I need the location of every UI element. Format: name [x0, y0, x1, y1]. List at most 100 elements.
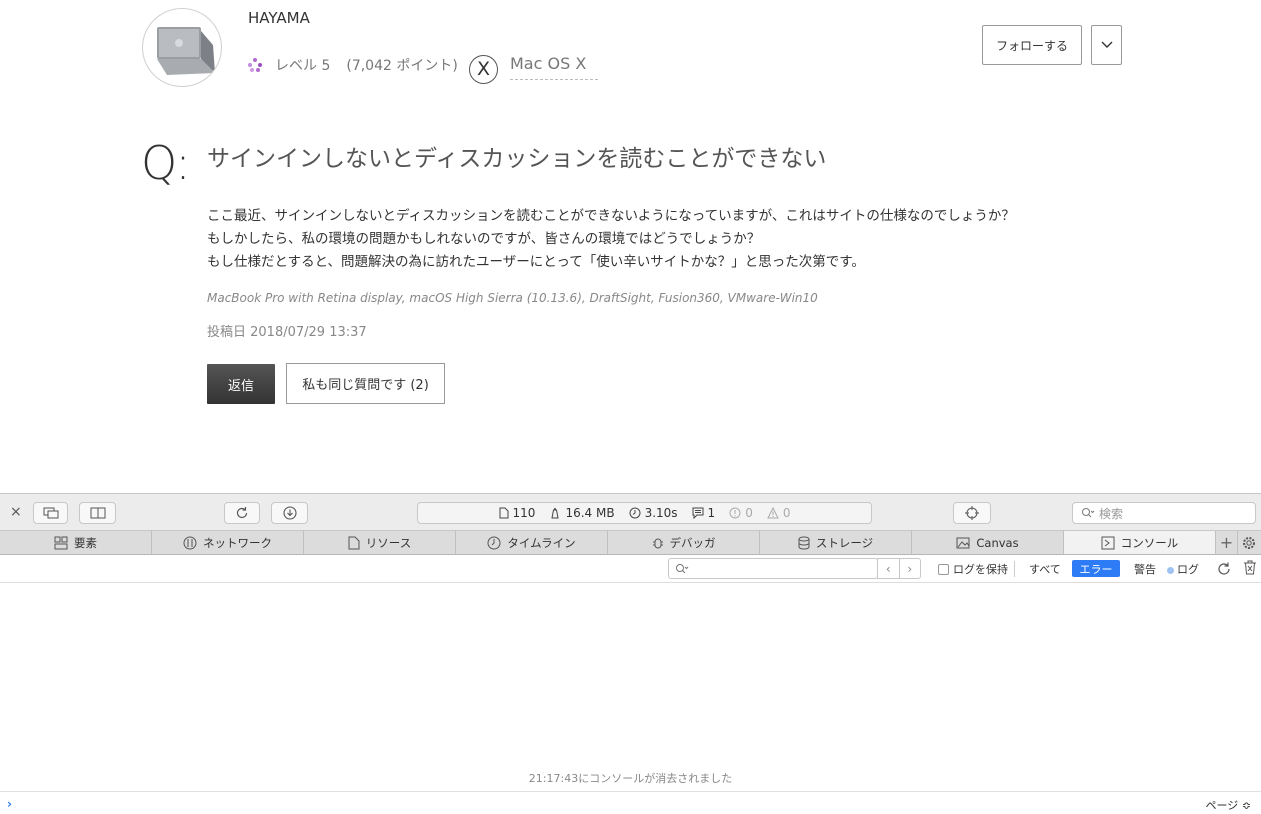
web-inspector: × 110 16.4 MB 3.10s 1 0 0 検索 要素 ネットワーク リ… — [0, 493, 1261, 814]
resources-icon — [348, 536, 360, 549]
size-stat[interactable]: 16.4 MB — [549, 506, 615, 520]
inspect-element-button[interactable] — [953, 502, 991, 524]
errors-stat[interactable]: 0 — [729, 506, 753, 520]
resources-stat[interactable]: 110 — [499, 506, 536, 520]
execution-context-select[interactable]: ページ ≎ — [1206, 797, 1252, 813]
resources-count: 110 — [512, 506, 536, 520]
tab-label: Canvas — [976, 535, 1019, 550]
username[interactable]: HAYAMA — [248, 9, 310, 27]
search-icon — [1082, 508, 1095, 518]
warnings-count: 0 — [782, 506, 791, 520]
log-icon — [692, 507, 704, 519]
filter-navigation: ‹ › — [877, 558, 921, 579]
tab-console[interactable]: コンソール — [1064, 531, 1216, 554]
tab-label: デバッガ — [669, 535, 716, 550]
filter-logs[interactable]: ログ — [1167, 561, 1199, 577]
os-x-icon: X — [469, 55, 498, 84]
tab-label: ネットワーク — [203, 535, 272, 550]
error-icon — [729, 507, 741, 519]
preserve-log-checkbox[interactable]: ログを保持 — [938, 561, 1008, 577]
next-result-button[interactable]: › — [900, 559, 921, 578]
detach-icon — [43, 507, 58, 519]
canvas-icon — [956, 537, 970, 548]
errors-count: 0 — [745, 506, 753, 520]
timeline-icon — [487, 536, 501, 549]
filter-logs-label: ログ — [1177, 563, 1199, 576]
reply-button[interactable]: 返信 — [207, 364, 275, 404]
crosshair-icon — [965, 506, 979, 520]
os-name: Mac OS X — [510, 54, 598, 80]
console-prompt[interactable]: › ページ ≎ — [0, 791, 1261, 814]
filter-all[interactable]: すべて — [1029, 561, 1061, 577]
inspector-tabs: 要素 ネットワーク リソース タイムライン デバッガ ストレージ Canvas … — [0, 531, 1261, 555]
tab-debugger[interactable]: デバッガ — [608, 531, 760, 554]
add-tab-button[interactable]: + — [1216, 531, 1238, 554]
debugger-icon — [652, 538, 663, 548]
settings-button[interactable] — [1238, 531, 1260, 554]
console-filter-bar: ‹ › ログを保持 すべて エラー 警告 ログ — [0, 555, 1261, 583]
points-label: (7,042 ポイント) — [346, 58, 458, 74]
inspector-toolbar: × 110 16.4 MB 3.10s 1 0 0 検索 — [0, 493, 1261, 531]
tab-label: コンソール — [1120, 535, 1179, 550]
inspector-search-input[interactable]: 検索 — [1072, 502, 1256, 524]
tab-label: リソース — [365, 535, 412, 550]
time-stat[interactable]: 3.10s — [629, 506, 678, 520]
level-label: レベル 5 — [275, 58, 331, 74]
chevron-down-icon — [1101, 41, 1112, 48]
question-title: サインインしないとディスカッションを読むことができない — [207, 146, 827, 172]
filter-warnings[interactable]: 警告 — [1134, 561, 1156, 577]
tab-timeline[interactable]: タイムライン — [456, 531, 608, 554]
question-body-line: もし仕様だとすると、問題解決の為に訪れたユーザーにとって「使い辛いサイトかな？」… — [207, 254, 865, 270]
user-avatar[interactable] — [142, 8, 222, 87]
more-options-button[interactable] — [1091, 25, 1122, 65]
reload-button[interactable] — [224, 502, 260, 524]
level-dots-icon — [248, 58, 262, 72]
dock-side-icon — [90, 507, 105, 519]
tab-storage[interactable]: ストレージ — [760, 531, 912, 554]
logs-count: 1 — [707, 506, 716, 520]
dock-side-button[interactable] — [79, 502, 116, 524]
user-level: レベル 5 (7,042 ポイント) — [247, 55, 458, 75]
warnings-stat[interactable]: 0 — [767, 506, 791, 520]
size-value: 16.4 MB — [565, 506, 615, 520]
log-dot-icon — [1167, 566, 1174, 574]
console-filter-input[interactable] — [668, 558, 878, 579]
network-icon — [183, 536, 197, 549]
previous-result-button[interactable]: ‹ — [878, 559, 900, 578]
trash-icon[interactable] — [1243, 560, 1257, 576]
search-placeholder: 検索 — [1099, 506, 1124, 521]
question-body: ここ最近、サインインしないとディスカッションを読むことができないようになっていま… — [207, 205, 1015, 274]
tab-resources[interactable]: リソース — [304, 531, 456, 554]
posted-date: 投稿日 2018/07/29 13:37 — [207, 325, 367, 340]
download-icon — [282, 506, 297, 520]
console-icon — [1101, 536, 1115, 549]
prompt-chevron-icon: › — [7, 797, 12, 811]
detach-window-button[interactable] — [33, 502, 68, 524]
refresh-icon[interactable] — [1216, 561, 1232, 577]
tab-canvas[interactable]: Canvas — [912, 531, 1064, 554]
download-button[interactable] — [271, 502, 308, 524]
same-question-button[interactable]: 私も同じ質問です (2) — [286, 363, 445, 404]
warning-icon — [767, 507, 779, 519]
checkbox-box[interactable] — [938, 563, 949, 575]
close-icon[interactable]: × — [10, 504, 22, 520]
time-value: 3.10s — [644, 506, 678, 520]
reload-icon — [236, 507, 248, 519]
filter-errors[interactable]: エラー — [1072, 560, 1120, 577]
tab-label: 要素 — [74, 535, 97, 550]
console-cleared-message: 21:17:43にコンソールが消去されました — [528, 772, 733, 785]
gear-icon — [1243, 536, 1255, 549]
system-specs: MacBook Pro with Retina display, macOS H… — [207, 291, 818, 305]
divider — [1014, 561, 1015, 577]
weight-icon — [551, 508, 560, 519]
question-body-line: ここ最近、サインインしないとディスカッションを読むことができないようになっていま… — [207, 208, 1015, 224]
plus-icon: + — [1219, 533, 1234, 552]
follow-button[interactable]: フォローする — [982, 25, 1082, 65]
search-icon — [676, 563, 689, 573]
clock-icon — [629, 507, 641, 519]
tab-network[interactable]: ネットワーク — [152, 531, 304, 554]
tab-label: ストレージ — [815, 535, 874, 550]
page-stats: 110 16.4 MB 3.10s 1 0 0 — [417, 502, 872, 524]
tab-elements[interactable]: 要素 — [0, 531, 152, 554]
logs-stat[interactable]: 1 — [692, 506, 716, 520]
